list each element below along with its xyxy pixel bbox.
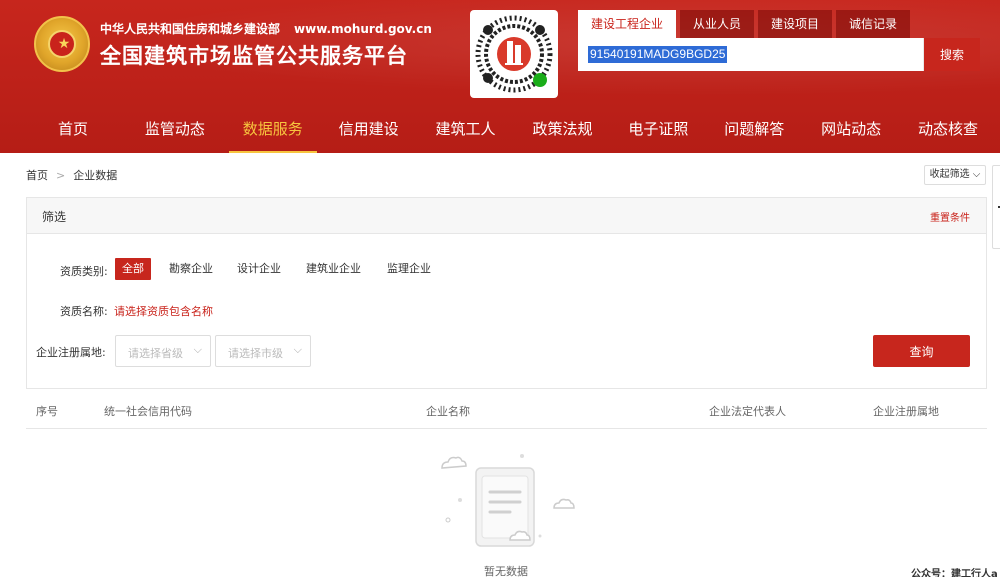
reset-filters-link[interactable]: 重置条件 (930, 209, 970, 224)
search-button[interactable]: 搜索 (923, 38, 980, 71)
breadcrumb-current: 企业数据 (73, 169, 118, 182)
filter-title: 筛选 (42, 210, 67, 224)
qual-name-selector[interactable]: 请选择资质包含名称 (114, 303, 213, 319)
column-header-index: 序号 (36, 405, 58, 418)
nav-item-e-license[interactable]: 电子证照 (614, 105, 702, 153)
search-tab-credit[interactable]: 诚信记录 (836, 10, 911, 38)
qual-type-all[interactable]: 全部 (115, 258, 151, 280)
collapse-filter-button[interactable]: 收起筛选 ⌵ (924, 165, 986, 185)
empty-document-icon (436, 448, 576, 553)
column-header-region: 企业注册属地 (873, 405, 939, 418)
nav-item-verification[interactable]: 动态核查 (896, 105, 1000, 153)
search-tab-project[interactable]: 建设项目 (758, 10, 833, 38)
column-header-credit-code: 统一社会信用代码 (104, 405, 192, 418)
column-header-legal-rep: 企业法定代表人 (709, 405, 786, 418)
search-tab-personnel[interactable]: 从业人员 (680, 10, 755, 38)
city-select[interactable]: 请选择市级 ⌵ (215, 335, 311, 367)
search-tabs: 建设工程企业 从业人员 建设项目 诚信记录 (578, 10, 980, 38)
qual-type-survey[interactable]: 勘察企业 (169, 258, 213, 280)
main-nav: 首页 监管动态 数据服务 信用建设 建筑工人 政策法规 电子证照 问题解答 网站… (0, 105, 1000, 153)
qual-name-label: 资质名称: (60, 305, 108, 318)
nav-item-supervision[interactable]: 监管动态 (121, 105, 229, 153)
nav-item-credit[interactable]: 信用建设 (317, 105, 421, 153)
org-name: 中华人民共和国住房和城乡建设部 (100, 22, 281, 36)
qual-type-construction[interactable]: 建筑业企业 (306, 258, 361, 280)
qual-type-supervision[interactable]: 监理企业 (387, 258, 431, 280)
watermark: 公众号：建工行人a (911, 569, 998, 577)
org-name-line: 中华人民共和国住房和城乡建设部 www.mohurd.gov.cn (100, 20, 432, 37)
qr-code-graphic (475, 15, 553, 93)
site-title: 全国建筑市场监管公共服务平台 (100, 44, 408, 68)
nav-item-data-service[interactable]: 数据服务 (228, 105, 317, 153)
search-input-value: 91540191MADG9BGD25 (588, 46, 728, 63)
results-table-header: 序号 统一社会信用代码 企业名称 企业法定代表人 企业注册属地 (26, 392, 987, 429)
site-header: ★ 中华人民共和国住房和城乡建设部 www.mohurd.gov.cn 全国建筑市… (0, 0, 1000, 153)
side-toolbar[interactable] (992, 165, 1000, 249)
mini-program-qr-icon (470, 10, 558, 98)
org-url[interactable]: www.mohurd.gov.cn (294, 22, 432, 36)
nav-item-site-news[interactable]: 网站动态 (806, 105, 896, 153)
search-input[interactable]: 91540191MADG9BGD25 (578, 38, 923, 71)
chevron-down-icon: ⌵ (969, 169, 981, 180)
breadcrumb-separator: > (56, 169, 66, 182)
province-select[interactable]: 请选择省级 ⌵ (115, 335, 211, 367)
qual-type-label: 资质类别: (60, 265, 108, 278)
search-tab-enterprise[interactable]: 建设工程企业 (578, 10, 677, 38)
query-button[interactable]: 查询 (873, 335, 970, 367)
province-placeholder: 请选择省级 (128, 347, 183, 360)
column-header-company-name: 企业名称 (426, 405, 470, 418)
global-search: 建设工程企业 从业人员 建设项目 诚信记录 91540191MADG9BGD25… (578, 10, 980, 71)
chevron-down-icon: ⌵ (293, 343, 302, 356)
empty-state-text: 暂无数据 (484, 565, 528, 577)
qual-type-design[interactable]: 设计企业 (237, 258, 281, 280)
nav-item-faq[interactable]: 问题解答 (702, 105, 806, 153)
nav-item-policy[interactable]: 政策法规 (511, 105, 615, 153)
region-label: 企业注册属地: (36, 346, 106, 359)
filter-header: 筛选 重置条件 (27, 198, 986, 234)
nav-item-workers[interactable]: 建筑工人 (421, 105, 511, 153)
city-placeholder: 请选择市级 (228, 347, 283, 360)
chevron-down-icon: ⌵ (193, 343, 202, 356)
national-emblem-icon: ★ (34, 16, 90, 72)
breadcrumb: 首页 > 企业数据 (26, 167, 117, 183)
breadcrumb-home[interactable]: 首页 (26, 169, 48, 182)
nav-item-home[interactable]: 首页 (25, 105, 121, 153)
